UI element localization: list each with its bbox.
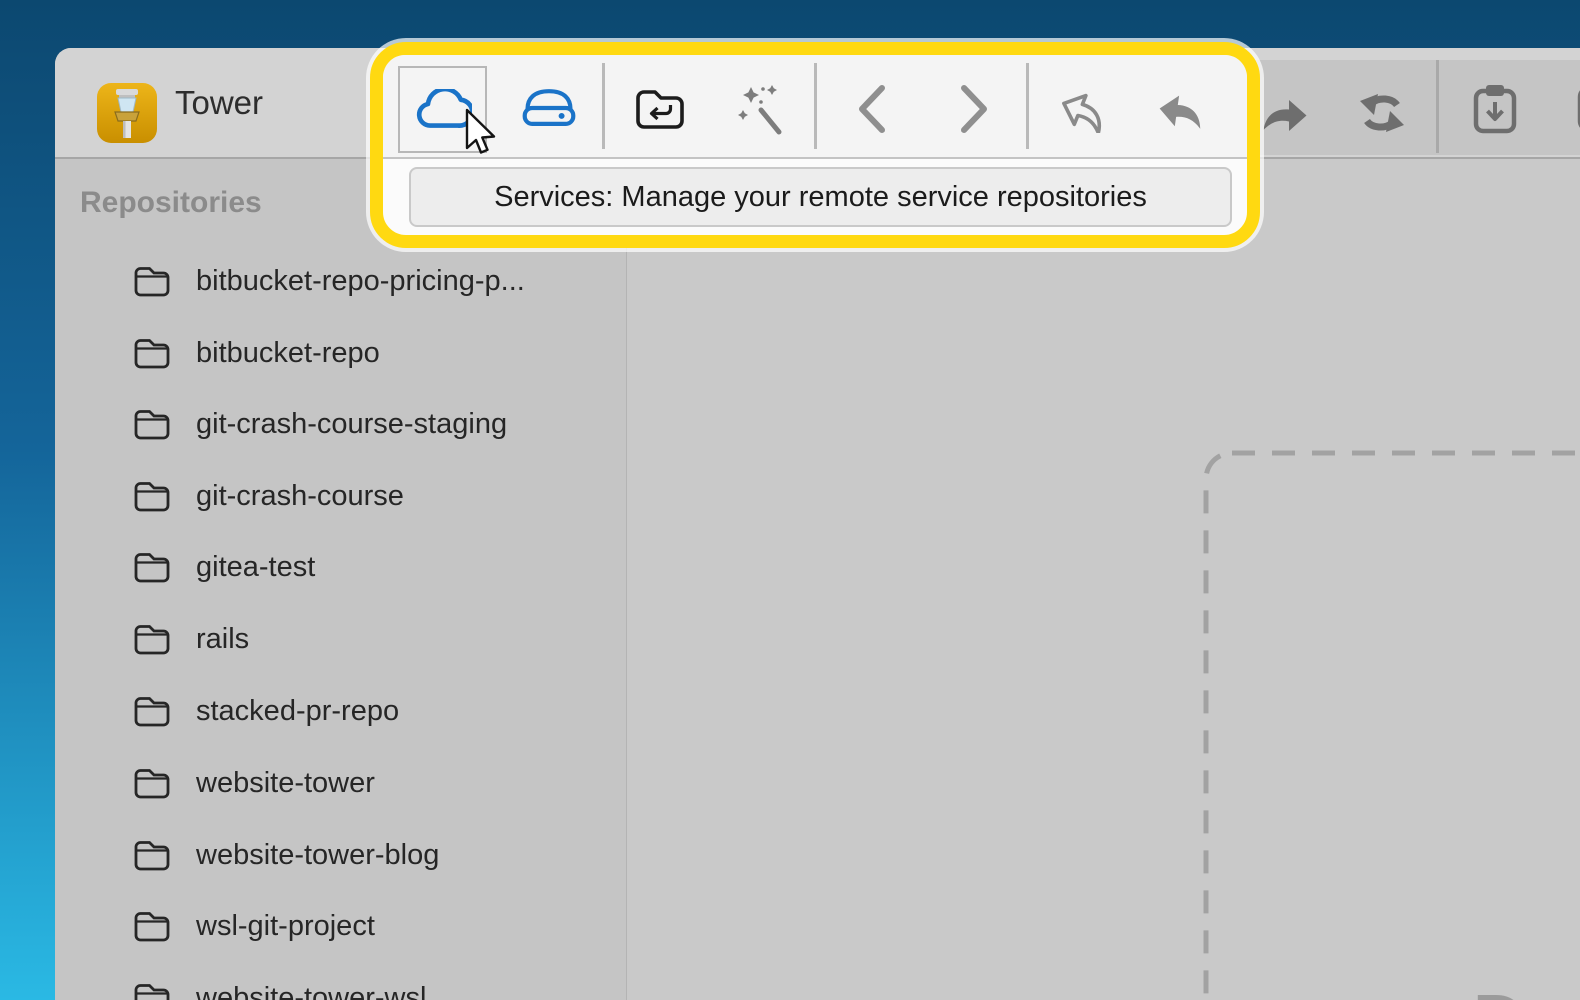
- window-title: Tower: [175, 48, 263, 157]
- quick-actions-button[interactable]: [732, 81, 788, 137]
- folder-icon: [133, 766, 171, 800]
- highlight-ring: Services: Manage your remote service rep…: [370, 42, 1260, 248]
- open-repository-button[interactable]: [632, 81, 688, 137]
- repo-name: gitea-test: [196, 551, 315, 584]
- back-button[interactable]: [843, 81, 899, 137]
- toolbar-separator: [814, 63, 817, 149]
- repo-name: git-crash-course-staging: [196, 408, 507, 441]
- repo-name: website-tower-blog: [196, 839, 439, 872]
- repo-row[interactable]: bitbucket-repo: [55, 331, 626, 375]
- tower-logo-icon: [96, 82, 158, 144]
- undo-button[interactable]: [1153, 82, 1209, 138]
- repo-name: website-tower-wsl: [196, 982, 426, 1000]
- chevron-right-icon: [959, 83, 991, 135]
- arrow-curve-right-icon: [1260, 91, 1310, 135]
- sidebar-header: Repositories: [80, 186, 262, 220]
- forward-button[interactable]: [947, 81, 1003, 137]
- folder-return-icon: [633, 86, 687, 132]
- repo-row[interactable]: stacked-pr-repo: [55, 689, 626, 733]
- repo-row[interactable]: website-tower: [55, 761, 626, 805]
- clipped-toolbar-button[interactable]: [1572, 81, 1580, 137]
- folder-icon: [133, 264, 171, 298]
- hard-drive-icon: [521, 85, 577, 131]
- repo-row[interactable]: gitea-test: [55, 545, 626, 589]
- folder-icon: [133, 407, 171, 441]
- repo-row[interactable]: git-crash-course: [55, 474, 626, 518]
- folder-icon: [133, 336, 171, 370]
- chevron-left-icon: [855, 83, 887, 135]
- clipboard-down-icon: [1472, 83, 1518, 135]
- toolbar-separator: [602, 63, 605, 149]
- repo-name: wsl-git-project: [196, 910, 375, 943]
- repo-row[interactable]: website-tower-blog: [55, 833, 626, 877]
- dropzone-text: Dra: [1473, 980, 1580, 1000]
- repo-row[interactable]: wsl-git-project: [55, 904, 626, 948]
- folder-icon: [133, 550, 171, 584]
- folder-icon: [133, 909, 171, 943]
- magic-wand-icon: [734, 83, 786, 135]
- folder-icon: [133, 694, 171, 728]
- repo-row[interactable]: rails: [55, 617, 626, 661]
- toolbar-separator: [1436, 60, 1439, 153]
- folder-icon: [133, 622, 171, 656]
- sync-button[interactable]: [1354, 85, 1410, 141]
- sidebar-repositories: Repositories bitbucket-repo-pricing-p...…: [55, 159, 627, 1000]
- repo-name: git-crash-course: [196, 480, 404, 513]
- discard-button[interactable]: [1056, 82, 1112, 138]
- sync-arrows-icon: [1356, 89, 1408, 137]
- repo-name: rails: [196, 623, 249, 656]
- redo-button[interactable]: [1257, 85, 1313, 141]
- cursor-arrow-icon: [459, 108, 499, 167]
- arrow-curve-left-icon: [1156, 87, 1206, 133]
- repo-name: bitbucket-repo: [196, 337, 380, 370]
- folder-icon: [133, 479, 171, 513]
- folder-icon: [133, 981, 171, 1000]
- toolbar-separator: [1026, 63, 1029, 149]
- stash-button[interactable]: [1467, 81, 1523, 137]
- local-button[interactable]: [521, 80, 577, 136]
- repo-row[interactable]: git-crash-course-staging: [55, 402, 626, 446]
- services-tooltip: Services: Manage your remote service rep…: [409, 167, 1232, 227]
- repo-name: bitbucket-repo-pricing-p...: [196, 265, 525, 298]
- folder-icon: [133, 838, 171, 872]
- repo-name: website-tower: [196, 767, 375, 800]
- main-area: Dra: [627, 159, 1580, 1000]
- repo-row-clipped[interactable]: website-tower-wsl: [55, 976, 626, 1000]
- drag-drop-zone[interactable]: [1203, 450, 1580, 1000]
- arrow-curve-outline-icon: [1059, 87, 1109, 133]
- repo-name: stacked-pr-repo: [196, 695, 399, 728]
- repo-row[interactable]: bitbucket-repo-pricing-p...: [55, 259, 626, 303]
